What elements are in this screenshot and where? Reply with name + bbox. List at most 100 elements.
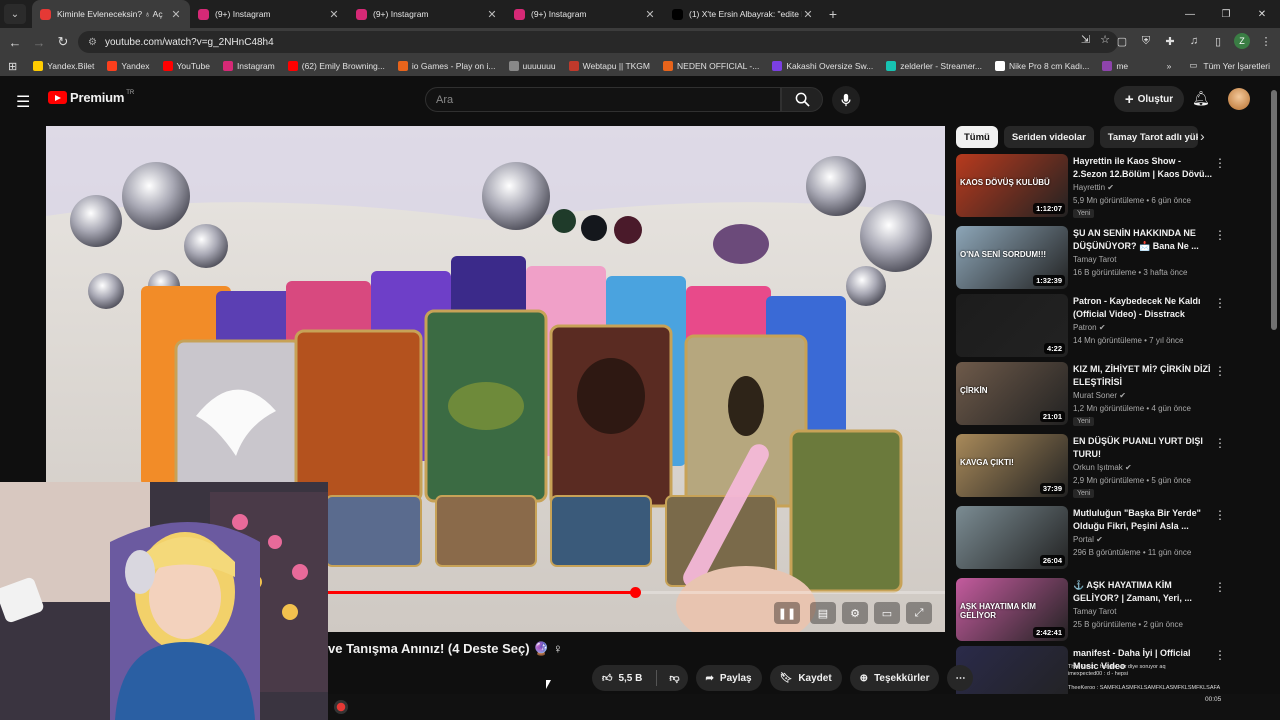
channel-name[interactable]: Hayrettin ✔ bbox=[1073, 183, 1114, 192]
search-button[interactable] bbox=[781, 87, 823, 112]
save-button[interactable]: 🔖︎ Kaydet bbox=[769, 665, 842, 691]
close-window-icon[interactable]: ✕ bbox=[1244, 0, 1280, 28]
bookmark-item[interactable]: Webtapu || TKGM bbox=[568, 61, 650, 71]
more-vertical-icon[interactable]: ⋮ bbox=[1214, 296, 1226, 310]
channel-name[interactable]: Patron ✔ bbox=[1073, 323, 1106, 332]
restore-icon[interactable]: ❐ bbox=[1208, 0, 1244, 28]
bookmark-item[interactable]: YouTube bbox=[162, 61, 210, 71]
related-video-item[interactable]: O'NA SENİ SORDUM!!! 1:32:39 ŞU AN SENİN HA… bbox=[956, 226, 1268, 290]
related-video-title[interactable]: KIZ MI, ZİHİYET Mİ? ÇİRKİN DİZİ ELEŞTİRİ… bbox=[1073, 363, 1213, 388]
video-thumbnail[interactable]: KAOS DÖVÜŞ KULÜBÜ 1:12:07 bbox=[956, 154, 1068, 217]
video-thumbnail[interactable]: 4:22 bbox=[956, 294, 1068, 357]
more-vertical-icon[interactable]: ⋮ bbox=[1214, 648, 1226, 662]
minimize-icon[interactable]: — bbox=[1172, 0, 1208, 28]
more-actions-button[interactable]: ⋯ bbox=[947, 665, 974, 691]
related-video-item[interactable]: 4:22 Patron - Kaybedecek Ne Kaldı (Offici… bbox=[956, 294, 1268, 358]
chevron-right-icon[interactable]: › bbox=[1200, 128, 1205, 144]
scrubber-handle[interactable] bbox=[629, 587, 641, 598]
video-thumbnail[interactable]: ÇİRKİN 21:01 bbox=[956, 362, 1068, 425]
address-bar[interactable]: ⚙ youtube.com/watch?v=g_2NHnC48h4 bbox=[78, 31, 1118, 53]
browser-tab[interactable]: (9+) Instagram ✕ bbox=[506, 0, 664, 28]
filter-chip[interactable]: Tamay Tarot adlı yükl bbox=[1099, 126, 1198, 148]
media-controls-icon[interactable]: ♫ bbox=[1186, 31, 1202, 51]
share-button[interactable]: ➦ Paylaş bbox=[695, 665, 762, 691]
bookmark-item[interactable]: Yandex.Bilet bbox=[33, 61, 94, 71]
channel-name[interactable]: Tamay Tarot bbox=[1073, 607, 1116, 616]
video-thumbnail[interactable]: O'NA SENİ SORDUM!!! 1:32:39 bbox=[956, 226, 1068, 289]
bookmark-item[interactable]: zelderler - Streamer... bbox=[886, 61, 982, 71]
video-thumbnail[interactable]: AŞK HAYATIMA KİM GELİYOR 2:42:41 bbox=[956, 578, 1068, 641]
channel-name[interactable]: Orkun Işıtmak ✔ bbox=[1073, 463, 1132, 472]
bookmark-item[interactable]: Yandex bbox=[107, 61, 150, 71]
thumbs-down-icon[interactable]: 👎︎ bbox=[669, 672, 679, 684]
notifications-bell-icon[interactable]: 🔔︎ bbox=[1192, 90, 1210, 107]
bookmark-item[interactable]: me bbox=[1102, 61, 1128, 71]
bookmark-star-icon[interactable]: ☆ bbox=[1100, 33, 1110, 46]
bookmark-item[interactable]: Instagram bbox=[222, 61, 275, 71]
puzzle-icon[interactable]: ✚ bbox=[1162, 31, 1178, 51]
channel-name[interactable]: Portal ✔ bbox=[1073, 535, 1103, 544]
menu-icon[interactable]: ☰ bbox=[16, 92, 30, 112]
browser-tab[interactable]: (1) X'te Ersin Albayrak: "edite b ✕ bbox=[664, 0, 822, 28]
related-video-title[interactable]: ⚓ AŞK HAYATIMA KİM GELİYOR? | Zamanı, Ye… bbox=[1073, 579, 1213, 604]
voice-search-button[interactable] bbox=[832, 86, 860, 114]
related-video-title[interactable]: Hayrettin ile Kaos Show - 2.Sezon 12.Böl… bbox=[1073, 155, 1213, 180]
more-vertical-icon[interactable]: ⋮ bbox=[1214, 364, 1226, 378]
settings-gear-icon[interactable]: ⚙ bbox=[842, 602, 868, 624]
bookmark-item[interactable]: io Games - Play on i... bbox=[397, 61, 496, 71]
related-video-title[interactable]: Patron - Kaybedecek Ne Kaldı (Official V… bbox=[1073, 295, 1213, 320]
tab-close-icon[interactable]: ✕ bbox=[486, 8, 498, 21]
shield-icon[interactable]: ⛨ bbox=[1138, 31, 1154, 51]
more-vertical-icon[interactable]: ⋮ bbox=[1214, 436, 1226, 450]
bookmark-item[interactable]: NEDEN OFFICIAL -... bbox=[663, 61, 759, 71]
search-input[interactable]: Ara bbox=[425, 87, 781, 112]
tab-close-icon[interactable]: ✕ bbox=[328, 8, 340, 21]
new-tab-button[interactable]: + bbox=[822, 6, 844, 22]
page-scrollbar[interactable] bbox=[1271, 90, 1277, 330]
tab-close-icon[interactable]: ✕ bbox=[802, 8, 814, 21]
subtitles-icon[interactable]: ▤ bbox=[810, 602, 836, 624]
thanks-button[interactable]: ⊕ Teşekkürler bbox=[849, 665, 940, 691]
site-info-icon[interactable]: ⚙ bbox=[88, 37, 97, 48]
create-button[interactable]: + Oluştur bbox=[1114, 86, 1184, 112]
more-vertical-icon[interactable]: ⋮ bbox=[1214, 580, 1226, 594]
reload-button[interactable]: ↻ bbox=[51, 30, 75, 54]
miniplayer-icon[interactable]: ▭ bbox=[874, 602, 900, 624]
filter-chip[interactable]: Tümü bbox=[956, 126, 998, 148]
video-thumbnail[interactable]: KAVGA ÇIKTI! 37:39 bbox=[956, 434, 1068, 497]
youtube-logo[interactable]: Premium TR bbox=[48, 90, 134, 105]
related-video-item[interactable]: ÇİRKİN 21:01 KIZ MI, ZİHİYET Mİ? ÇİRKİN Dİ… bbox=[956, 362, 1268, 426]
browser-tab[interactable]: (9+) Instagram ✕ bbox=[348, 0, 506, 28]
back-button[interactable]: ← bbox=[3, 30, 27, 54]
more-vertical-icon[interactable]: ⋮ bbox=[1214, 156, 1226, 170]
tab-search-dropdown[interactable]: ⌄ bbox=[4, 4, 26, 24]
more-vertical-icon[interactable]: ⋮ bbox=[1214, 508, 1226, 522]
more-vertical-icon[interactable]: ⋮ bbox=[1214, 228, 1226, 242]
extension-icon[interactable]: ▢ bbox=[1114, 31, 1130, 51]
related-video-item[interactable]: KAOS DÖVÜŞ KULÜBÜ 1:12:07 Hayrettin ile Ka… bbox=[956, 154, 1268, 218]
related-video-title[interactable]: Mutluluğun "Başka Bir Yerde" Olduğu Fikr… bbox=[1073, 507, 1213, 532]
fullscreen-icon[interactable]: ⤢ bbox=[906, 602, 932, 624]
profile-avatar[interactable]: Z bbox=[1234, 33, 1250, 49]
sidepanel-icon[interactable]: ▯ bbox=[1210, 31, 1226, 51]
related-video-title[interactable]: EN DÜŞÜK PUANLI YURT DIŞI TURU! bbox=[1073, 435, 1213, 460]
filter-chip[interactable]: Seriden videolar bbox=[1003, 126, 1094, 148]
pause-button[interactable]: ❚❚ bbox=[774, 602, 800, 624]
bookmark-item[interactable]: Nike Pro 8 cm Kadı... bbox=[995, 61, 1089, 71]
related-video-item[interactable]: KAVGA ÇIKTI! 37:39 EN DÜŞÜK PUANLI YURT DI… bbox=[956, 434, 1268, 498]
browser-tab[interactable]: Kiminle Evleneceksin? ♁ Aç ✕ bbox=[32, 0, 190, 28]
menu-dots-icon[interactable]: ⋮ bbox=[1258, 31, 1274, 51]
more-bookmarks-icon[interactable]: » bbox=[1167, 61, 1172, 71]
browser-app-icon[interactable] bbox=[334, 700, 348, 714]
video-thumbnail[interactable]: 26:04 bbox=[956, 506, 1068, 569]
bookmark-item[interactable]: uuuuuuu bbox=[508, 61, 556, 71]
tab-close-icon[interactable]: ✕ bbox=[170, 8, 182, 21]
apps-grid-icon[interactable]: ⊞ bbox=[8, 60, 17, 73]
like-button[interactable]: 👍︎ 5,5 B 👎︎ bbox=[592, 665, 688, 691]
tab-close-icon[interactable]: ✕ bbox=[644, 8, 656, 21]
channel-name[interactable]: Murat Soner ✔ bbox=[1073, 391, 1126, 400]
related-video-title[interactable]: ŞU AN SENİN HAKKINDA NE DÜŞÜNÜYOR? 📩 Ban… bbox=[1073, 227, 1213, 252]
all-bookmarks-link[interactable]: Tüm Yer İşaretleri bbox=[1203, 61, 1270, 71]
bookmark-item[interactable]: (62) Emily Browning... bbox=[287, 61, 385, 71]
related-video-item[interactable]: AŞK HAYATIMA KİM GELİYOR 2:42:41 ⚓ AŞK HAY… bbox=[956, 578, 1268, 642]
